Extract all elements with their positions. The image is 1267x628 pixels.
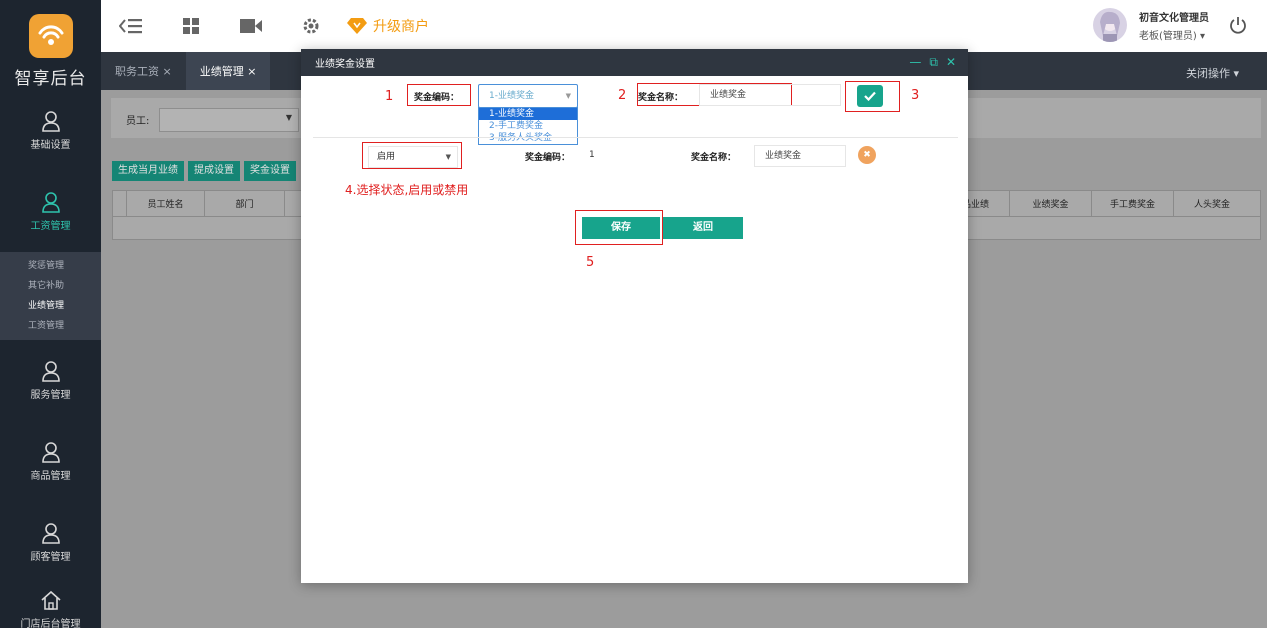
close-icon[interactable]: ✕ [946, 56, 956, 68]
minimize-icon[interactable]: — [909, 56, 921, 68]
modal-header: 业绩奖金设置 — ⧉ ✕ [301, 49, 968, 76]
annotation-number-3: 3 [911, 88, 920, 103]
back-button[interactable]: 返回 [663, 217, 743, 239]
sidebar: 智享后台 基础设置 工资管理 奖惩管理 其它补助 业绩管理 工资管理 服务管理 … [0, 0, 101, 628]
bonus-name-input-row2[interactable]: 业绩奖金 [754, 145, 846, 167]
grid-icon[interactable] [177, 12, 205, 40]
tab-position-salary[interactable]: 职务工资 × [101, 52, 186, 90]
sidebar-item-basic-settings[interactable]: 基础设置 [0, 90, 101, 171]
delete-row-button[interactable]: ✖ [858, 146, 876, 164]
table-header-cell: 部门 [205, 191, 285, 216]
sidebar-item-product-management[interactable]: 商品管理 [0, 421, 101, 502]
dropdown-option[interactable]: 1-业绩奖金 [479, 108, 577, 120]
annotation-number-5: 5 [586, 255, 595, 270]
sidebar-item-salary-management[interactable]: 工资管理 [0, 171, 101, 252]
bonus-code-dropdown: 1-业绩奖金 2-手工费奖金 3-服务人头奖金 [478, 107, 578, 145]
status-selected: 启用 [377, 152, 396, 162]
sidebar-item-customer-management[interactable]: 顾客管理 [0, 502, 101, 583]
close-operations-button[interactable]: 关闭操作 ▾ [1186, 65, 1239, 81]
subnav-item-subsidy[interactable]: 其它补助 [0, 276, 101, 296]
save-button[interactable]: 保存 [582, 217, 660, 239]
sidebar-subnav: 奖惩管理 其它补助 业绩管理 工资管理 [0, 252, 101, 340]
diamond-icon [347, 18, 367, 34]
bonus-name-label-row2: 奖金名称： [691, 153, 737, 163]
modal-controls: — ⧉ ✕ [901, 56, 956, 68]
dropdown-option[interactable]: 3-服务人头奖金 [479, 132, 577, 144]
table-header-cell: 手工费奖金 [1092, 191, 1174, 216]
sidebar-item-label: 商品管理 [30, 471, 71, 482]
employee-select[interactable]: ▼ [159, 108, 299, 132]
logo-icon [28, 14, 73, 58]
user-icon [41, 361, 60, 382]
power-icon[interactable] [1229, 16, 1247, 37]
user-icon [41, 111, 60, 132]
chevron-down-icon: ▼ [565, 92, 571, 100]
table-header-cell: 员工姓名 [127, 191, 205, 216]
user-menu[interactable]: 初音文化管理员 老板(管理员) ▾ [1093, 8, 1209, 42]
close-icon: ✖ [863, 150, 871, 160]
top-bar: 升级商户 初音文化管理员 老板(管理员) ▾ [101, 0, 1267, 52]
gear-icon[interactable] [297, 12, 325, 40]
modal-title: 业绩奖金设置 [315, 59, 375, 70]
subnav-item-rewards[interactable]: 奖惩管理 [0, 256, 101, 276]
subnav-item-performance[interactable]: 业绩管理 [0, 296, 101, 316]
chevron-down-icon: ▼ [285, 113, 292, 122]
bonus-code-select[interactable]: 1-业绩奖金 ▼ [478, 84, 578, 108]
home-icon [40, 590, 61, 610]
logo-text: 智享后台 [14, 69, 87, 89]
sidebar-item-label: 基础设置 [30, 140, 71, 151]
sidebar-item-label: 服务管理 [30, 390, 71, 401]
table-header-cell: 业绩奖金 [1010, 191, 1092, 216]
user-icon [41, 442, 60, 463]
bonus-code-value: 1 [589, 150, 595, 160]
sidebar-item-label: 工资管理 [30, 221, 71, 232]
chevron-down-icon: ▼ [445, 153, 451, 161]
bonus-code-label-row2: 奖金编码： [525, 153, 571, 163]
confirm-button[interactable] [857, 85, 883, 107]
generate-monthly-performance-button[interactable]: 生成当月业绩 [112, 161, 184, 181]
bonus-settings-button[interactable]: 奖金设置 [244, 161, 296, 181]
user-role: 老板(管理员) ▾ [1139, 30, 1206, 42]
annotation-note-4: 4.选择状态,启用或禁用 [345, 183, 469, 197]
check-icon [864, 91, 876, 101]
sidebar-item-label: 门店后台管理 [20, 619, 81, 628]
bonus-name-input[interactable]: 业绩奖金 [699, 84, 841, 106]
action-button-row: 生成当月业绩 提成设置 奖金设置 [112, 161, 300, 181]
sidebar-item-store-backend[interactable]: 门店后台管理 [0, 583, 101, 628]
sidebar-item-service-management[interactable]: 服务管理 [0, 340, 101, 421]
user-name: 初音文化管理员 [1139, 12, 1209, 24]
avatar [1093, 8, 1127, 42]
upgrade-label: 升级商户 [373, 19, 429, 35]
upgrade-merchant-link[interactable]: 升级商户 [347, 16, 429, 36]
status-select[interactable]: 启用 ▼ [368, 146, 458, 168]
menu-toggle-icon[interactable] [117, 12, 145, 40]
user-icon [41, 523, 60, 544]
commission-settings-button[interactable]: 提成设置 [188, 161, 240, 181]
annotation-number-2: 2 [618, 88, 627, 103]
logo-area: 智享后台 [0, 0, 101, 90]
maximize-icon[interactable]: ⧉ [929, 56, 938, 68]
bonus-code-label: 奖金编码： [414, 93, 460, 103]
tab-performance-management[interactable]: 业绩管理 × [185, 52, 271, 90]
video-icon[interactable] [237, 12, 265, 40]
annotation-number-1: 1 [385, 89, 394, 104]
dropdown-option[interactable]: 2-手工费奖金 [479, 120, 577, 132]
table-header-cell [113, 191, 127, 216]
bonus-settings-modal: 业绩奖金设置 — ⧉ ✕ 1 奖金编码： 1-业绩奖金 ▼ 1-业绩奖金 2-手… [301, 49, 968, 583]
divider [313, 137, 958, 138]
user-icon [41, 192, 60, 213]
bonus-name-label: 奖金名称： [638, 93, 684, 103]
sidebar-item-label: 顾客管理 [30, 552, 71, 563]
table-header-cell: 人头奖金 [1193, 200, 1230, 210]
employee-filter-label: 员工: [126, 116, 150, 127]
subnav-item-salary[interactable]: 工资管理 [0, 316, 101, 336]
bonus-code-selected: 1-业绩奖金 [489, 91, 534, 101]
